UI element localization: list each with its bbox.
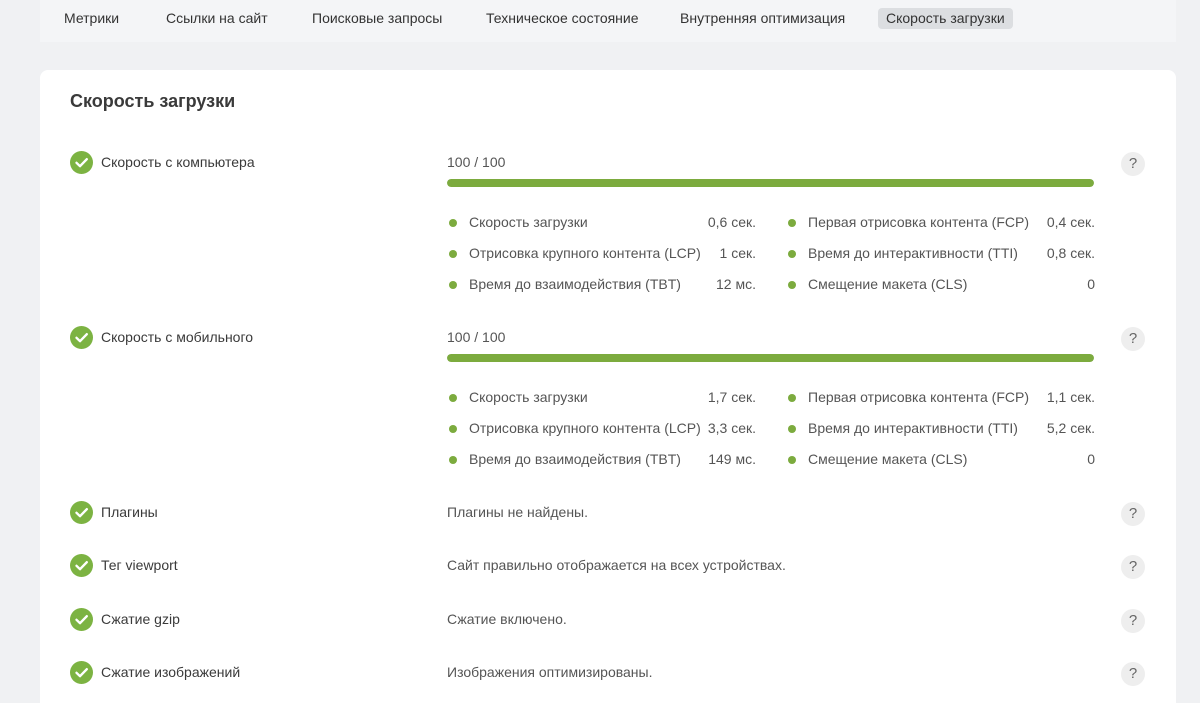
check-circle-icon xyxy=(70,554,93,577)
plugins-help-icon[interactable]: ? xyxy=(1121,502,1145,526)
mobile-metric-lcp: Отрисовка крупного контента (LCP) 3,3 се… xyxy=(449,420,756,438)
dot-icon xyxy=(788,394,796,402)
mobile-score: 100 / 100 xyxy=(447,329,506,345)
dot-icon xyxy=(788,425,796,433)
check-circle-icon xyxy=(70,608,93,631)
viewport-help-icon[interactable]: ? xyxy=(1121,555,1145,579)
dot-icon xyxy=(449,281,457,289)
dot-icon xyxy=(788,456,796,464)
tab-site-links[interactable]: Ссылки на сайт xyxy=(158,8,276,29)
check-circle-icon xyxy=(70,151,93,174)
dot-icon xyxy=(788,250,796,258)
check-circle-icon xyxy=(70,661,93,684)
desktop-metric-fcp: Первая отрисовка контента (FCP) 0,4 сек. xyxy=(788,214,1095,232)
check-circle-icon xyxy=(70,501,93,524)
gzip-help-icon[interactable]: ? xyxy=(1121,609,1145,633)
viewport-description: Сайт правильно отображается на всех устр… xyxy=(447,557,786,573)
desktop-speed-label: Скорость с компьютера xyxy=(101,154,255,170)
dot-icon xyxy=(449,394,457,402)
tabs-bar: Метрики Ссылки на сайт Поисковые запросы… xyxy=(40,0,1176,42)
tab-internal-optimization[interactable]: Внутренняя оптимизация xyxy=(672,8,853,29)
dot-icon xyxy=(788,281,796,289)
mobile-score-bar xyxy=(447,354,1094,362)
images-description: Изображения оптимизированы. xyxy=(447,664,653,680)
mobile-metric-load: Скорость загрузки 1,7 сек. xyxy=(449,389,756,407)
dot-icon xyxy=(449,425,457,433)
mobile-metric-tti: Время до интерактивности (TTI) 5,2 сек. xyxy=(788,420,1095,438)
desktop-score-bar-fill xyxy=(447,179,1094,187)
dot-icon xyxy=(449,456,457,464)
desktop-metric-tti: Время до интерактивности (TTI) 0,8 сек. xyxy=(788,245,1095,263)
images-help-icon[interactable]: ? xyxy=(1121,662,1145,686)
desktop-metric-tbt: Время до взаимодействия (TBT) 12 мс. xyxy=(449,276,756,294)
plugins-description: Плагины не найдены. xyxy=(447,504,589,520)
plugins-label: Плагины xyxy=(101,504,158,520)
mobile-metric-cls: Смещение макета (CLS) 0 xyxy=(788,451,1095,469)
tab-search-queries[interactable]: Поисковые запросы xyxy=(304,8,450,29)
check-circle-icon xyxy=(70,326,93,349)
tab-technical-state[interactable]: Техническое состояние xyxy=(478,8,647,29)
desktop-metric-load: Скорость загрузки 0,6 сек. xyxy=(449,214,756,232)
images-label: Сжатие изображений xyxy=(101,664,241,680)
gzip-label: Сжатие gzip xyxy=(101,611,180,627)
tab-metrics[interactable]: Метрики xyxy=(56,8,127,29)
desktop-help-icon[interactable]: ? xyxy=(1121,152,1145,176)
mobile-speed-label: Скорость с мобильного xyxy=(101,329,254,345)
mobile-score-bar-fill xyxy=(447,354,1094,362)
mobile-metric-fcp: Первая отрисовка контента (FCP) 1,1 сек. xyxy=(788,389,1095,407)
desktop-score: 100 / 100 xyxy=(447,154,506,170)
desktop-score-bar xyxy=(447,179,1094,187)
page-title: Скорость загрузки xyxy=(70,91,236,111)
tab-load-speed[interactable]: Скорость загрузки xyxy=(878,8,1013,29)
viewport-label: Тег viewport xyxy=(101,557,178,573)
dot-icon xyxy=(788,219,796,227)
dot-icon xyxy=(449,219,457,227)
desktop-metric-cls: Смещение макета (CLS) 0 xyxy=(788,276,1095,294)
mobile-help-icon[interactable]: ? xyxy=(1121,327,1145,351)
dot-icon xyxy=(449,250,457,258)
gzip-description: Сжатие включено. xyxy=(447,611,567,627)
desktop-metric-lcp: Отрисовка крупного контента (LCP) 1 сек. xyxy=(449,245,756,263)
speed-card: Скорость загрузки Скорость с компьютера … xyxy=(40,70,1176,703)
mobile-metric-tbt: Время до взаимодействия (TBT) 149 мс. xyxy=(449,451,756,469)
